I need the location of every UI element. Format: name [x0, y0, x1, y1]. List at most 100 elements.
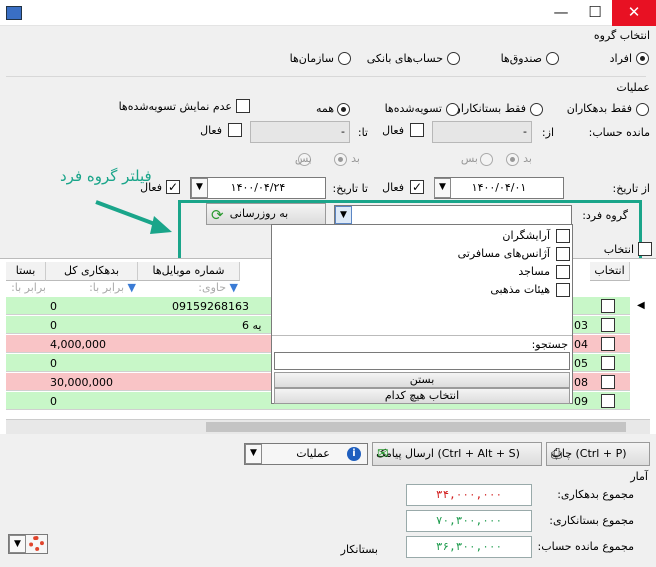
popup-search-input[interactable]	[274, 352, 570, 370]
group-item-checkbox[interactable]	[556, 247, 570, 261]
group-item-checkbox[interactable]	[556, 229, 570, 243]
row-pointer-icon: ◀	[637, 300, 645, 311]
popup-select-none-button[interactable]: انتخاب هیچ کدام	[274, 388, 570, 404]
date-to-dropdown[interactable]: ▼	[191, 178, 208, 198]
balance-to-field[interactable]: -	[250, 121, 350, 143]
radio-to-bes-label: بس	[294, 152, 312, 165]
radio-creditors-only[interactable]	[530, 103, 543, 116]
title-bar: — ☐ ✕	[0, 0, 656, 26]
date-from-active-checkbox[interactable]: ✓	[410, 180, 424, 194]
row-mobile: یه 6	[242, 319, 262, 332]
operations-dropdown[interactable]: ▼ عملیات i	[244, 443, 368, 465]
row-checkbox[interactable]	[601, 356, 615, 370]
date-from-field[interactable]: ۱۴۰۰/۰۴/۰۱	[434, 177, 564, 199]
close-button[interactable]: ✕	[612, 0, 656, 26]
bottom-left-dropdown[interactable]: ▼	[8, 534, 48, 554]
person-group-dropdown[interactable]: ▼	[335, 206, 352, 224]
group-item-checkbox[interactable]	[556, 265, 570, 279]
radio-persons-label: افراد	[609, 52, 632, 65]
header-debt[interactable]: بدهکاری کل	[46, 262, 138, 281]
row-code: 04	[574, 338, 588, 351]
balance-to-label: تا:	[357, 126, 368, 139]
print-button[interactable]: ⎙ (Ctrl + P) چاپ	[546, 442, 650, 466]
stats-title: آمار	[630, 470, 648, 483]
person-group-popup: آرایشگران آژانس‌های مسافرتی مساجد هیئات …	[271, 224, 573, 404]
radio-organizations-label: سازمان‌ها	[289, 52, 334, 65]
filter-mobile[interactable]: ▼ حاوی:	[140, 281, 238, 296]
hide-settled-checkbox[interactable]	[236, 99, 250, 113]
date-to-label: تا تاریخ:	[332, 182, 368, 195]
balance-from-active-checkbox[interactable]	[410, 123, 424, 137]
balance-to-active-checkbox[interactable]	[228, 123, 242, 137]
filter-credit[interactable]: برابر با:	[6, 281, 46, 296]
refresh-icon: ⟳	[211, 206, 224, 224]
balance-to-active-label: فعال	[200, 124, 222, 137]
filter-icon: ▼	[127, 281, 136, 294]
radio-funds-label: صندوق‌ها	[500, 52, 542, 65]
header-select[interactable]: انتخاب	[590, 262, 630, 281]
row-code: 09	[574, 395, 588, 408]
annotation-text: فیلتر گروه فرد	[60, 167, 152, 185]
radio-debtors-only[interactable]	[636, 103, 649, 116]
date-from-dropdown[interactable]: ▼	[434, 178, 451, 198]
balance-label: مانده حساب:	[588, 126, 650, 139]
info-icon: i	[347, 447, 361, 461]
filter-debt[interactable]: ▼ برابر با:	[48, 281, 136, 296]
group-item-label: هیئات مذهبی	[490, 283, 550, 296]
radio-funds[interactable]	[546, 52, 559, 65]
row-debt: 4,000,000	[50, 338, 106, 351]
balance-from-field[interactable]: -	[432, 121, 532, 143]
group-item-label: آژانس‌های مسافرتی	[457, 247, 550, 260]
row-checkbox[interactable]	[601, 318, 615, 332]
header-mobile[interactable]: شماره موبایل‌ها	[138, 262, 240, 281]
send-sms-button[interactable]: ✉ (Ctrl + Alt + S) ارسال پیامک	[372, 442, 542, 466]
bottom-left-dropdown-arrow[interactable]: ▼	[9, 535, 26, 553]
group-item-label: آرایشگران	[502, 229, 550, 242]
group-select-title: انتخاب گروه	[593, 29, 650, 42]
radio-to-bed[interactable]	[334, 153, 347, 166]
row-debt: 0	[50, 395, 57, 408]
date-to-active-checkbox[interactable]: ✓	[166, 180, 180, 194]
scrollbar-thumb[interactable]	[206, 422, 626, 432]
app-icon	[6, 6, 22, 20]
row-debt: 0	[50, 300, 57, 313]
stats-debt-label: مجموع بدهکاری:	[557, 488, 634, 501]
radio-bank-accounts[interactable]	[447, 52, 460, 65]
radio-from-bes[interactable]	[480, 153, 493, 166]
group-item-checkbox[interactable]	[556, 283, 570, 297]
radio-creditors-only-label: فقط بستانکاران	[452, 102, 526, 115]
header-credit[interactable]: بستا	[6, 262, 46, 281]
row-checkbox[interactable]	[601, 299, 615, 313]
minimize-button[interactable]: —	[544, 0, 578, 26]
radio-to-bed-label: بد	[351, 152, 360, 165]
refresh-button[interactable]: ⟳ به روزرسانی	[206, 203, 326, 225]
row-checkbox[interactable]	[601, 375, 615, 389]
select-all-checkbox[interactable]	[638, 242, 652, 256]
row-debt: 0	[50, 319, 57, 332]
operations-title: عملیات	[616, 81, 650, 94]
row-checkbox[interactable]	[601, 337, 615, 351]
row-code: 08	[574, 376, 588, 389]
radio-settled[interactable]	[446, 103, 459, 116]
radio-persons[interactable]	[636, 52, 649, 65]
maximize-button[interactable]: ☐	[578, 0, 612, 26]
operations-dropdown-arrow[interactable]: ▼	[245, 444, 262, 464]
popup-close-button[interactable]: بستن	[274, 372, 570, 388]
date-from-label: از تاریخ:	[612, 182, 650, 195]
printer-icon: ⎙	[551, 446, 563, 462]
filter-icon: ▼	[229, 281, 238, 294]
date-to-field[interactable]: ۱۴۰۰/۰۴/۲۴	[190, 177, 326, 199]
select-all-label: انتخاب	[603, 243, 634, 256]
row-code: 03	[574, 319, 588, 332]
radio-all[interactable]	[337, 103, 350, 116]
person-group-label: گروه فرد:	[582, 209, 628, 222]
group-item-label: مساجد	[518, 265, 550, 278]
horizontal-scrollbar[interactable]	[6, 419, 650, 434]
row-mobile: 09159268163	[172, 300, 249, 313]
row-checkbox[interactable]	[601, 394, 615, 408]
radio-from-bed[interactable]	[506, 153, 519, 166]
divider	[6, 76, 646, 77]
popup-divider	[272, 335, 572, 336]
person-group-combo[interactable]	[334, 205, 572, 225]
radio-organizations[interactable]	[338, 52, 351, 65]
